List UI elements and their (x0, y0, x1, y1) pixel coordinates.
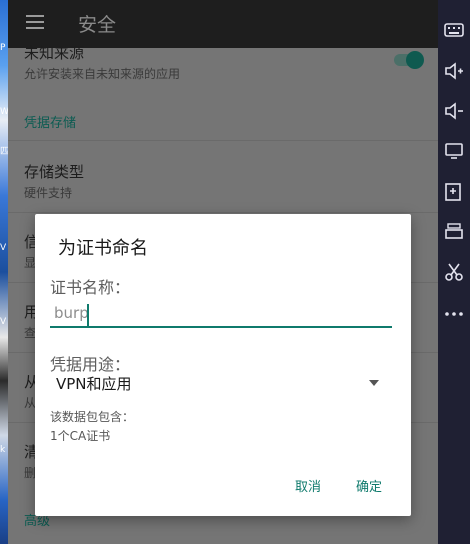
layers-icon[interactable] (443, 222, 465, 244)
desktop-glyph: P (0, 43, 6, 53)
certificate-name-input[interactable] (50, 302, 392, 328)
page-title: 安全 (78, 14, 117, 36)
dialog-title: 为证书命名 (58, 238, 148, 259)
unknown-sources-toggle[interactable] (392, 51, 424, 69)
package-contents: 1个CA证书 (50, 429, 111, 443)
hamburger-menu-icon[interactable] (26, 15, 44, 31)
keyboard-icon[interactable] (443, 22, 465, 44)
emulator-sidebar (438, 0, 470, 544)
setting-title: 存储类型 (24, 163, 85, 181)
name-certificate-dialog: 为证书命名 证书名称： 凭据用途： VPN和应用 该数据包包含： 1个CA证书 … (35, 214, 411, 516)
volume-up-icon[interactable] (443, 62, 465, 84)
toggle-thumb (406, 51, 424, 69)
credential-usage-select[interactable]: VPN和应用 (50, 370, 392, 396)
divider (8, 212, 438, 213)
package-contains-label: 该数据包包含： (50, 410, 135, 424)
scissors-icon[interactable] (443, 262, 465, 284)
cancel-button[interactable]: 取消 (295, 476, 321, 495)
dropdown-arrow-icon (369, 380, 379, 386)
divider (8, 140, 438, 141)
section-header-credential-storage: 凭据存储 (24, 116, 77, 131)
apk-install-icon[interactable] (443, 182, 465, 204)
desktop-glyph: V (0, 317, 7, 327)
desktop-glyph: V (0, 243, 7, 253)
certificate-name-label: 证书名称： (50, 278, 131, 297)
text-caret (87, 304, 89, 326)
setting-subtitle: 允许安装来自未知来源的应用 (24, 67, 181, 81)
desktop-glyph: W (0, 107, 8, 117)
app-toolbar: 安全 (8, 0, 438, 48)
ok-button[interactable]: 确定 (356, 476, 382, 495)
screen-icon[interactable] (443, 142, 465, 164)
setting-storage-type[interactable]: 存储类型 硬件支持 (24, 161, 84, 201)
setting-unknown-sources[interactable]: 未知来源 允许安装来自未知来源的应用 (24, 42, 180, 82)
desktop-edge-strip: P W 匹 V V k (0, 0, 8, 544)
desktop-glyph: k (0, 445, 6, 455)
more-icon[interactable] (443, 302, 465, 324)
credential-usage-value: VPN和应用 (56, 375, 132, 393)
setting-subtitle: 硬件支持 (24, 186, 73, 200)
setting-title: 未知来源 (24, 44, 85, 62)
desktop-glyph: 匹 (0, 147, 8, 157)
volume-down-icon[interactable] (443, 102, 465, 124)
